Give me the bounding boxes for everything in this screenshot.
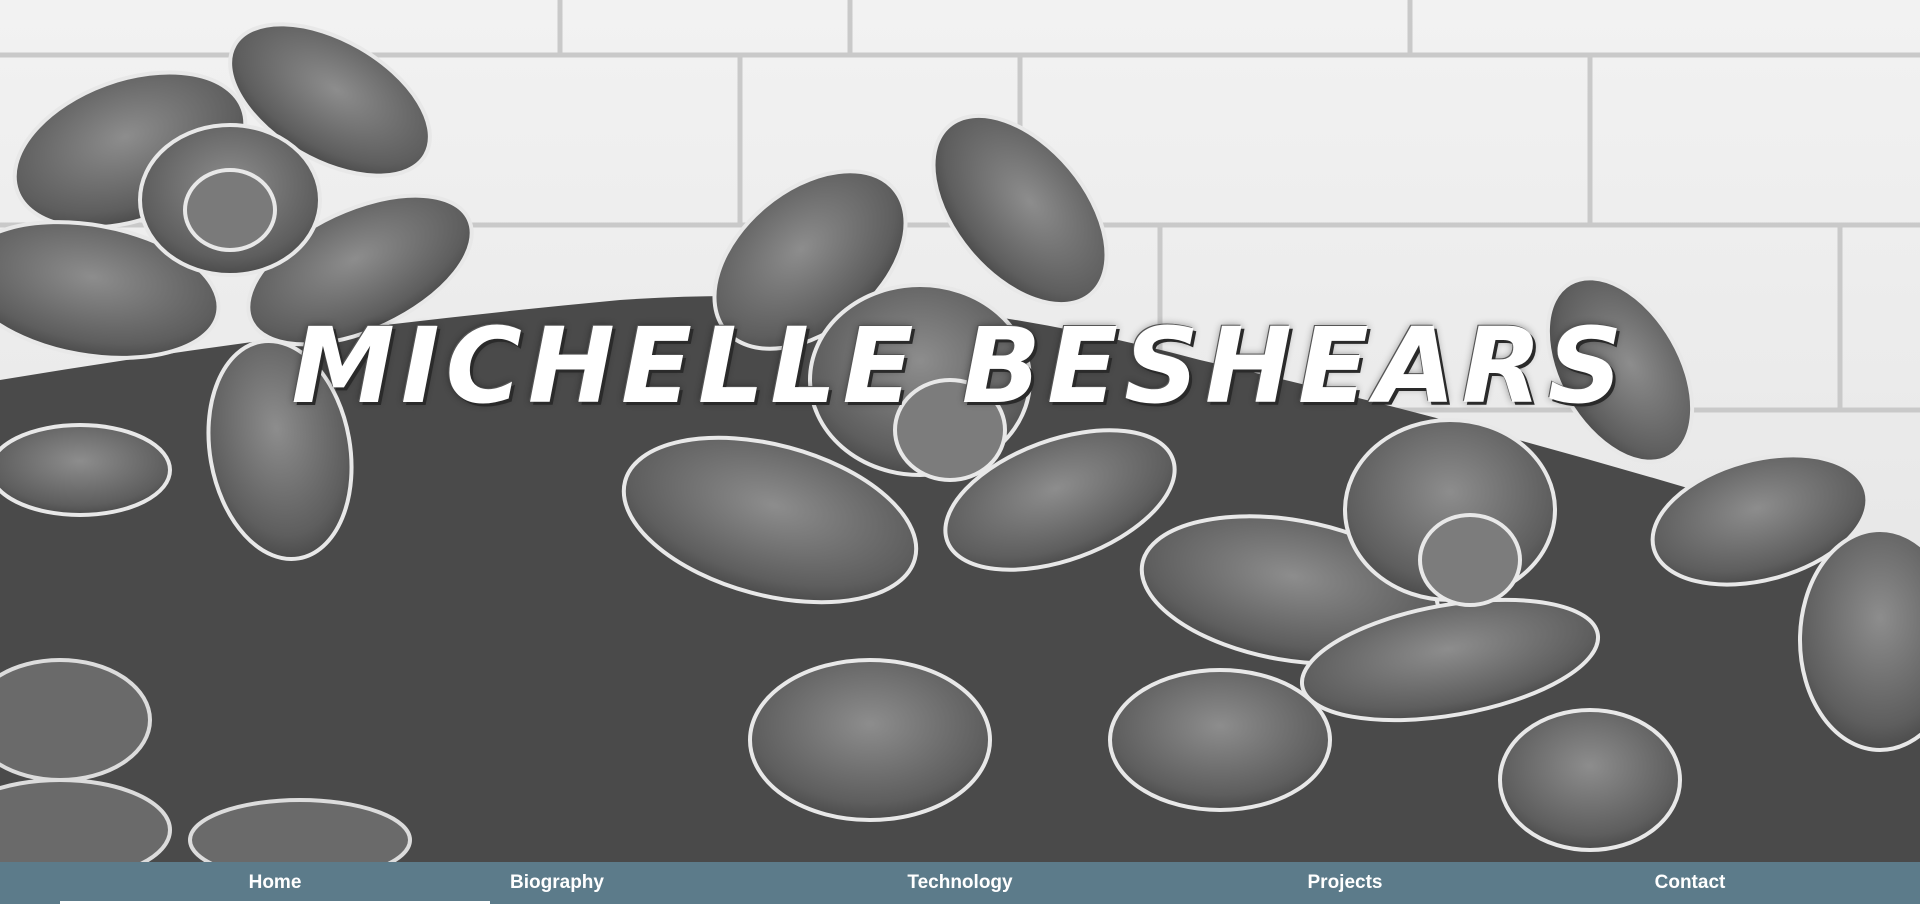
nav-home[interactable]: Home [60,862,490,904]
nav-contact[interactable]: Contact [1610,862,1770,904]
hero-section: MICHELLE BESHEARS [0,0,1920,862]
succulent-background-image [0,0,1920,862]
main-navigation: Home Biography Technology Projects Conta… [0,862,1920,904]
nav-biography[interactable]: Biography [490,862,624,904]
nav-projects[interactable]: Projects [1270,862,1420,904]
site-title: MICHELLE BESHEARS [291,305,1629,427]
nav-technology[interactable]: Technology [860,862,1060,904]
